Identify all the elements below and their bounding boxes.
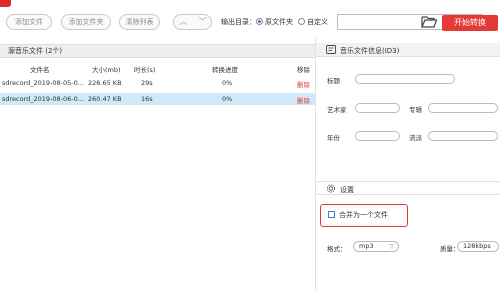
source-folder-label: 原文件夹 (265, 18, 293, 26)
clear-list-button[interactable]: 清除列表 (119, 14, 160, 30)
file-list-panel: 源音乐文件 (2个) 文件名 大小(mb) 时长(s) 转换进度 移除 sdre… (0, 44, 315, 290)
file-name: sdrecord_2019-08-05-0... (2, 79, 84, 87)
artist-label: 艺术家 (327, 106, 347, 114)
album-label: 专辑 (409, 106, 422, 114)
table-row[interactable]: sdrecord_2019-08-05-0... 226.65 KB 29s 0… (0, 77, 315, 89)
file-duration: 16s (141, 95, 153, 103)
move-up-button[interactable]: ︿ (174, 15, 193, 29)
add-folder-button[interactable]: 添加文件夹 (61, 14, 111, 30)
col-progress: 转换进度 (212, 66, 238, 74)
col-duration: 时长(s) (134, 66, 156, 74)
id3-section-title: 音乐文件信息(ID3) (340, 47, 400, 55)
settings-section-header: 设置 (316, 181, 500, 195)
folder-open-icon[interactable] (421, 15, 437, 28)
quality-value: 128kbps (463, 242, 491, 250)
file-size: 226.65 KB (88, 79, 122, 87)
remove-link[interactable]: 删除 (297, 79, 310, 89)
genre-label: 流派 (409, 134, 422, 142)
move-down-button[interactable]: ﹀ (193, 15, 212, 29)
output-dir-label: 输出目录： (221, 18, 256, 26)
gear-icon (326, 184, 336, 193)
merge-checkbox[interactable] (328, 211, 335, 218)
properties-panel: 音乐文件信息(ID3) 标题 艺术家 专辑 年份 流派 设置 合并为一个文件 格… (315, 38, 500, 290)
quality-select[interactable]: 128kbps (457, 241, 499, 252)
album-input[interactable] (428, 103, 498, 113)
source-folder-radio[interactable] (256, 18, 263, 25)
table-header: 文件名 大小(mb) 时长(s) 转换进度 移除 (0, 62, 315, 74)
settings-title: 设置 (340, 186, 354, 194)
reorder-control: ︿ ﹀ (173, 14, 212, 30)
file-progress: 0% (222, 95, 233, 103)
format-label: 格式： (327, 245, 347, 253)
toolbar: 添加文件 添加文件夹 清除列表 ︿ ﹀ 输出目录： 原文件夹 自定义 开始转换 (0, 10, 500, 38)
file-list-header: 源音乐文件 (2个) (0, 44, 315, 58)
artist-input[interactable] (355, 103, 400, 113)
title-label: 标题 (327, 77, 340, 85)
merge-label: 合并为一个文件 (339, 211, 388, 219)
title-input[interactable] (355, 74, 455, 84)
col-filename: 文件名 (30, 66, 50, 74)
file-name: sdrecord_2019-08-06-0... (2, 95, 84, 103)
custom-dir-label: 自定义 (307, 18, 328, 26)
merge-option-highlight: 合并为一个文件 (320, 204, 408, 227)
custom-dir-radio[interactable] (298, 18, 305, 25)
table-row[interactable]: sdrecord_2019-08-06-0... 260.47 KB 16s 0… (0, 93, 315, 105)
file-progress: 0% (222, 79, 233, 87)
format-value: mp3 (359, 242, 374, 250)
id-card-icon (326, 45, 336, 54)
id3-section-header: 音乐文件信息(ID3) (316, 43, 500, 57)
genre-input[interactable] (428, 131, 498, 141)
col-size: 大小(mb) (92, 66, 121, 74)
chevron-down-icon: ▽ (389, 243, 394, 250)
start-convert-button[interactable]: 开始转换 (442, 15, 498, 31)
remove-link[interactable]: 删除 (297, 95, 310, 105)
add-file-button[interactable]: 添加文件 (6, 14, 52, 30)
year-label: 年份 (327, 134, 340, 142)
format-select[interactable]: mp3 ▽ (353, 241, 399, 252)
col-remove: 移除 (297, 66, 310, 74)
app-logo-icon (0, 0, 11, 7)
file-size: 260.47 KB (88, 95, 122, 103)
year-input[interactable] (355, 131, 400, 141)
file-duration: 29s (141, 79, 153, 87)
